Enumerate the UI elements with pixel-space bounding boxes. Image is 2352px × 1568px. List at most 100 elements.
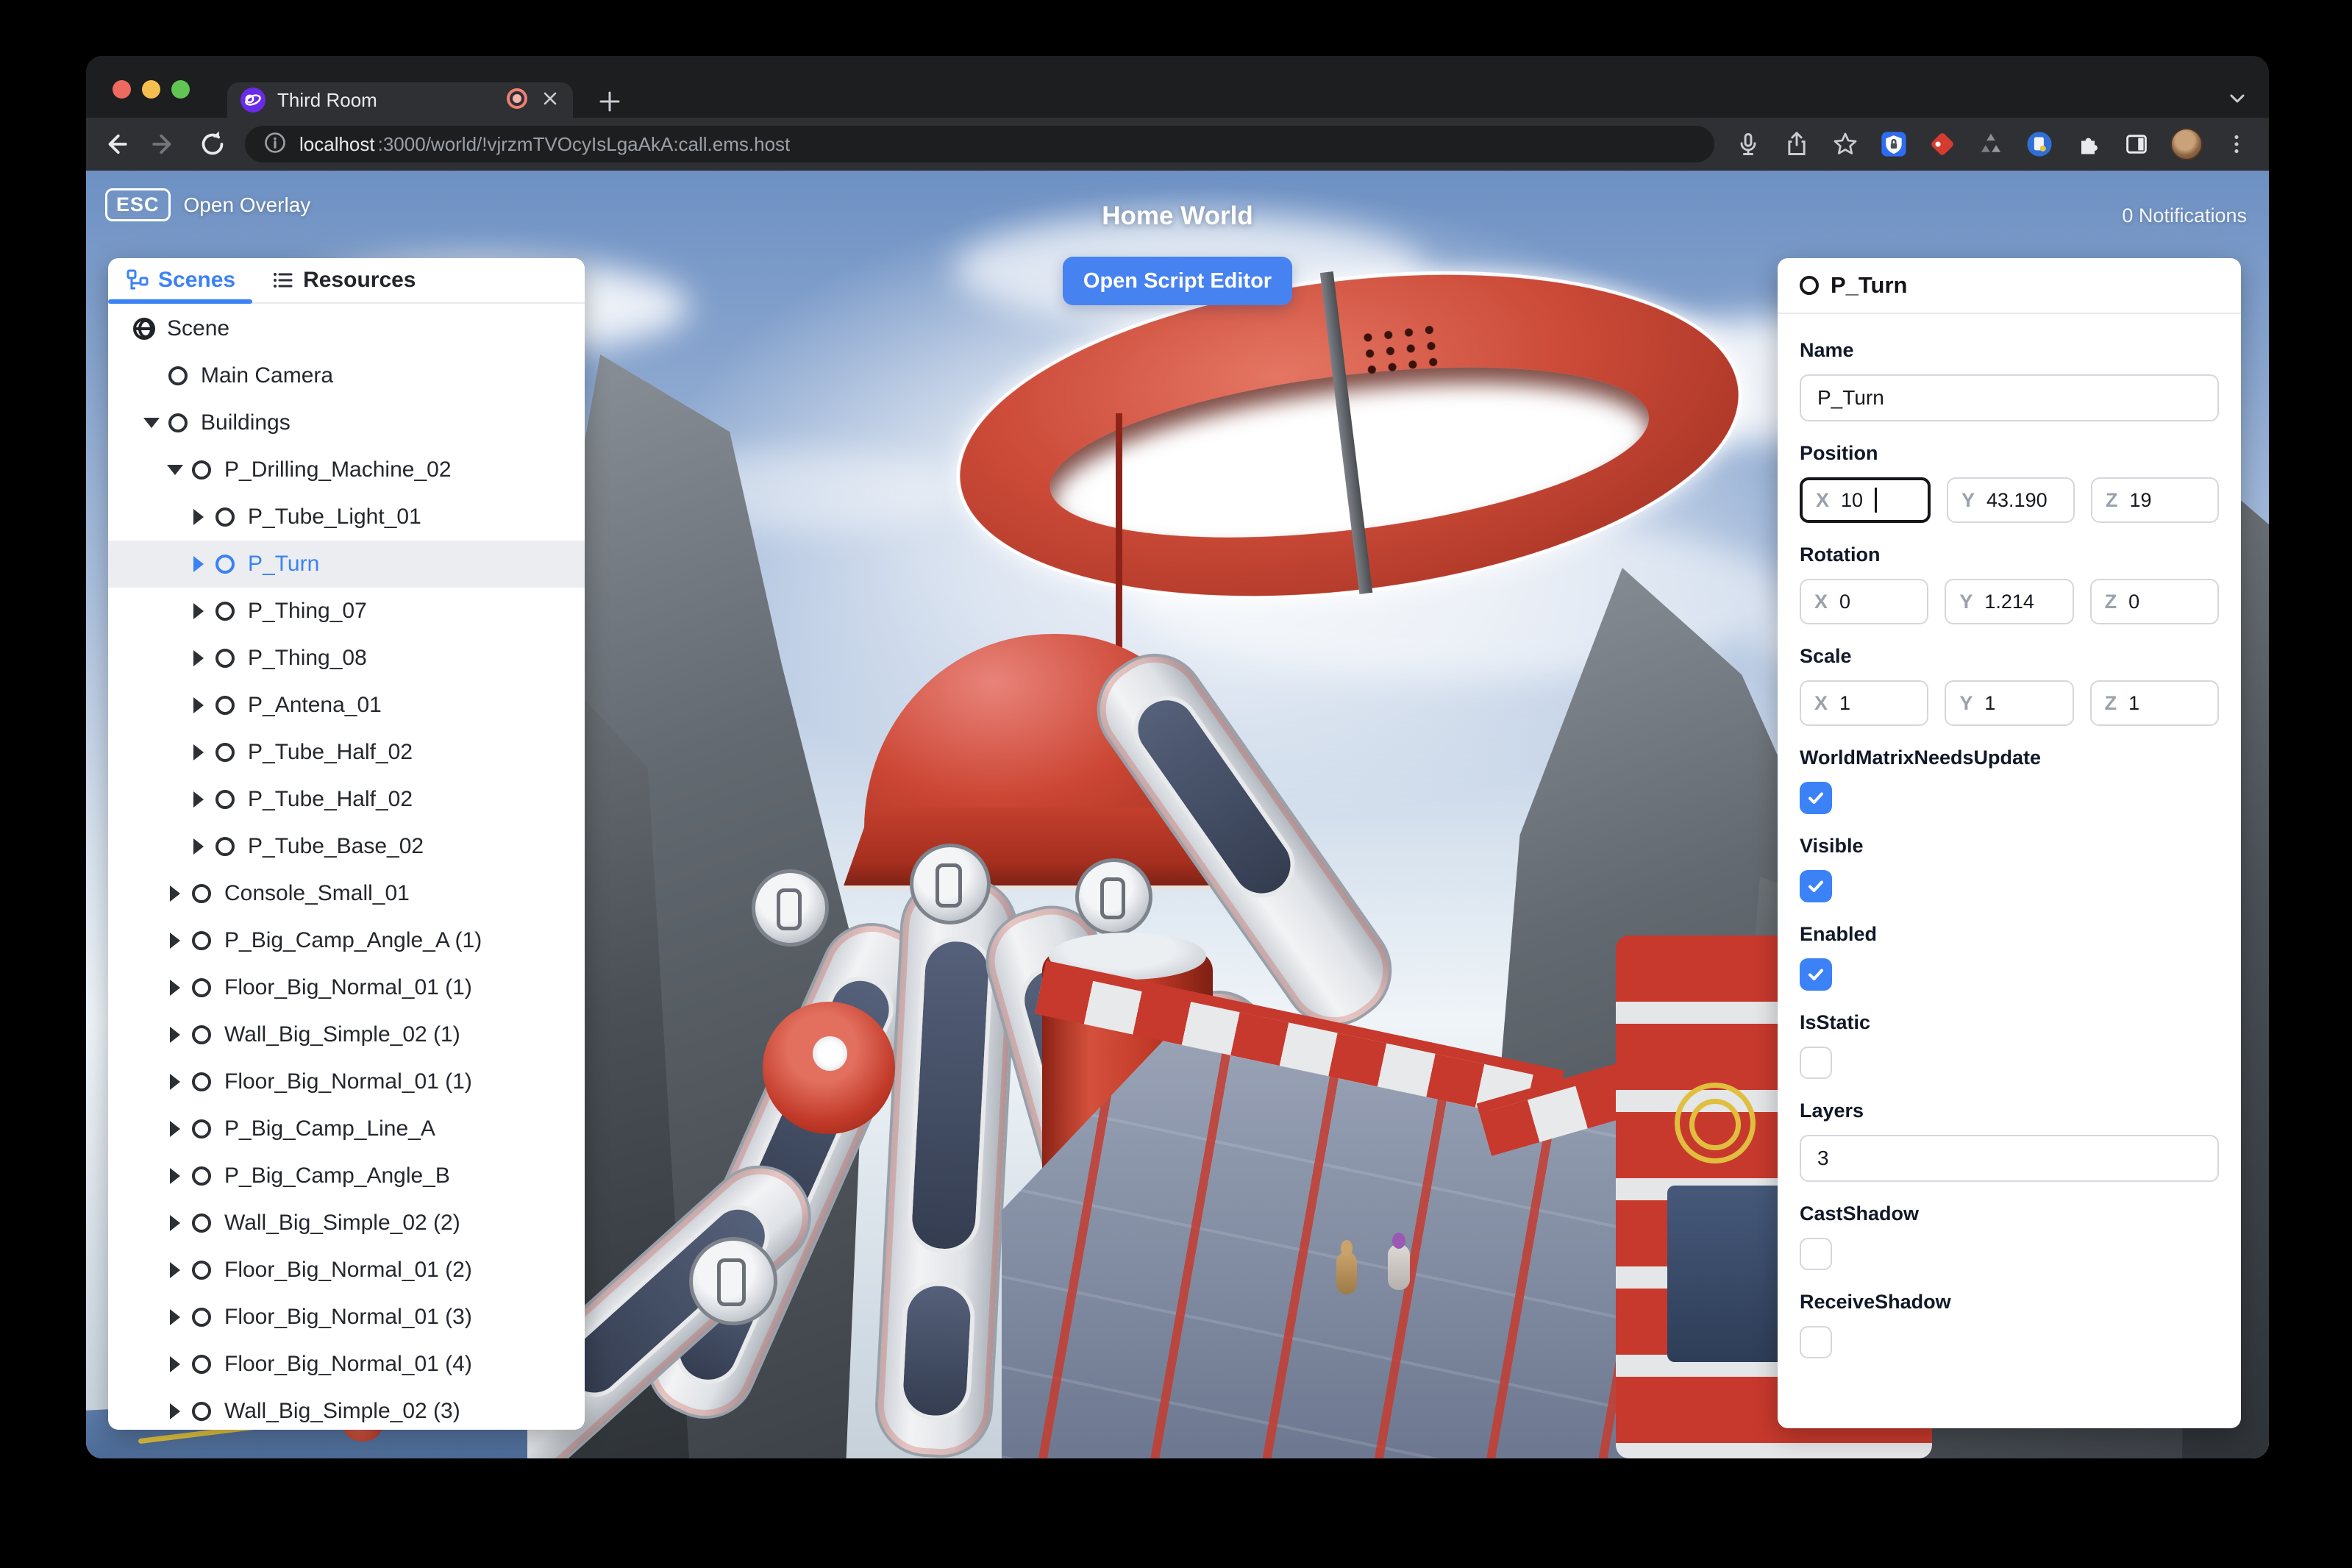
tree-item-wall-big-simple-02-1-[interactable]: Wall_Big_Simple_02 (1) [108,1011,585,1058]
position-x-input[interactable]: X 10 [1800,477,1931,523]
url-bar[interactable]: localhost :3000/world/!vjrzmTVOcyIsLgaAk… [245,126,1714,163]
forward-button[interactable] [145,125,183,163]
position-y-input[interactable]: Y 43.190 [1947,477,2075,523]
expand-arrow-right-icon[interactable] [163,1027,188,1043]
sidebar-toggle-icon[interactable] [2122,129,2151,159]
layers-input[interactable]: 3 [1800,1135,2219,1182]
visible-checkbox[interactable] [1800,870,1832,902]
tab-close-icon[interactable] [541,89,560,112]
red-extension-icon[interactable] [1928,129,1957,159]
expand-arrow-down-icon[interactable] [163,465,188,475]
tree-item-floor-big-normal-01-3-[interactable]: Floor_Big_Normal_01 (3) [108,1294,585,1341]
notifications-counter[interactable]: 0 Notifications [2122,204,2247,227]
tree-item-floor-big-normal-01-4-[interactable]: Floor_Big_Normal_01 (4) [108,1341,585,1388]
notes-extension-icon[interactable] [2025,129,2054,159]
name-input[interactable]: P_Turn [1800,374,2219,421]
shield-extension-icon[interactable] [1879,129,1909,159]
bookmark-star-icon[interactable] [1831,129,1860,159]
position-z-input[interactable]: Z 19 [2091,477,2219,523]
tree-item-p-turn[interactable]: P_Turn [108,541,585,588]
tree-item-p-big-camp-angle-a-1-[interactable]: P_Big_Camp_Angle_A (1) [108,917,585,964]
receiveshadow-checkbox[interactable] [1800,1326,1832,1358]
profile-avatar[interactable] [2170,128,2203,160]
properties-fields: Name P_Turn Position X 10 Y 43.190 Z 19 Rotation X… [1778,314,2241,1380]
scale-z-input[interactable]: Z1 [2089,680,2219,726]
macos-zoom-button[interactable] [171,80,190,99]
tree-item-p-thing-08[interactable]: P_Thing_08 [108,635,585,682]
expand-arrow-right-icon[interactable] [163,933,188,949]
expand-arrow-right-icon[interactable] [163,980,188,996]
expand-arrow-right-icon[interactable] [186,603,211,619]
expand-arrow-right-icon[interactable] [163,1215,188,1231]
tab-resources[interactable]: Resources [253,258,433,302]
tree-item-label: Floor_Big_Normal_01 (4) [224,1352,472,1376]
worldmatrixneedsupdate-checkbox[interactable] [1800,782,1832,814]
castshadow-label: CastShadow [1800,1202,1920,1225]
tree-item-p-tube-half-02[interactable]: P_Tube_Half_02 [108,729,585,776]
tree-item-wall-big-simple-02-2-[interactable]: Wall_Big_Simple_02 (2) [108,1200,585,1247]
tree-item-scene[interactable]: Scene [108,305,585,352]
scale-x-input[interactable]: X1 [1800,680,1929,726]
enabled-checkbox[interactable] [1800,958,1832,991]
menu-dots-icon[interactable] [2222,129,2251,159]
rotation-y-input[interactable]: Y 1.214 [1945,579,2074,624]
tree-item-p-big-camp-line-a[interactable]: P_Big_Camp_Line_A [108,1105,585,1152]
tree-item-p-big-camp-angle-b[interactable]: P_Big_Camp_Angle_B [108,1152,585,1200]
expand-arrow-right-icon[interactable] [163,1262,188,1278]
tree-item-label: Console_Small_01 [224,881,410,905]
expand-arrow-right-icon[interactable] [163,1121,188,1137]
tree-item-buildings[interactable]: Buildings [108,399,585,446]
new-tab-button[interactable] [594,85,626,118]
rotation-label: Rotation [1800,544,1881,566]
recycle-extension-icon[interactable] [1976,129,2006,159]
scale-y-input[interactable]: Y1 [1945,680,2074,726]
macos-minimize-button[interactable] [142,80,160,99]
site-info-icon[interactable] [263,130,288,159]
extensions-puzzle-icon[interactable] [2073,129,2103,159]
expand-arrow-right-icon[interactable] [186,509,211,525]
isstatic-checkbox[interactable] [1800,1047,1832,1079]
expand-arrow-right-icon[interactable] [163,1356,188,1372]
tree-item-p-drilling-machine-02[interactable]: P_Drilling_Machine_02 [108,446,585,493]
microphone-icon[interactable] [1733,129,1763,159]
castshadow-checkbox[interactable] [1800,1238,1832,1270]
expand-arrow-right-icon[interactable] [186,697,211,713]
expand-arrow-right-icon[interactable] [163,1309,188,1325]
share-icon[interactable] [1782,129,1811,159]
open-script-editor-button[interactable]: Open Script Editor [1063,257,1292,305]
tree-item-main-camera[interactable]: Main Camera [108,352,585,399]
axis-prefix: Z [2106,488,2118,511]
tree-item-p-tube-light-01[interactable]: P_Tube_Light_01 [108,493,585,541]
expand-arrow-right-icon[interactable] [163,1168,188,1184]
expand-arrow-right-icon[interactable] [186,556,211,572]
macos-close-button[interactable] [113,80,131,99]
entity-circle-icon [215,555,235,574]
expand-arrow-right-icon[interactable] [163,1403,188,1419]
expand-arrow-right-icon[interactable] [186,744,211,760]
tree-item-wall-big-simple-02-3-[interactable]: Wall_Big_Simple_02 (3) [108,1388,585,1430]
tree-item-console-small-01[interactable]: Console_Small_01 [108,870,585,917]
expand-arrow-right-icon[interactable] [163,1074,188,1090]
world-3d-viewport[interactable]: ESC Open Overlay Home World 0 Notificati… [86,171,2269,1458]
rotation-x-input[interactable]: X0 [1800,579,1929,624]
expand-arrow-right-icon[interactable] [163,885,188,902]
tree-item-floor-big-normal-01-2-[interactable]: Floor_Big_Normal_01 (2) [108,1247,585,1294]
tree-item-p-tube-base-02[interactable]: P_Tube_Base_02 [108,823,585,870]
tree-item-label: Floor_Big_Normal_01 (2) [224,1258,472,1282]
tree-item-p-thing-07[interactable]: P_Thing_07 [108,588,585,635]
expand-arrow-right-icon[interactable] [186,650,211,666]
tree-item-floor-big-normal-01-1-[interactable]: Floor_Big_Normal_01 (1) [108,1058,585,1105]
expand-arrow-down-icon[interactable] [139,418,164,428]
tab-scenes[interactable]: Scenes [108,258,253,302]
tab-search-chevron-icon[interactable] [2225,85,2250,114]
tree-item-floor-big-normal-01-1-[interactable]: Floor_Big_Normal_01 (1) [108,964,585,1011]
tree-item-p-antena-01[interactable]: P_Antena_01 [108,682,585,729]
reload-button[interactable] [193,125,232,163]
tree-item-p-tube-half-02[interactable]: P_Tube_Half_02 [108,776,585,823]
browser-tab[interactable]: Third Room [227,82,573,118]
yellow-cable-coil [1689,1099,1741,1150]
expand-arrow-right-icon[interactable] [186,838,211,855]
back-button[interactable] [96,125,135,163]
expand-arrow-right-icon[interactable] [186,791,211,808]
rotation-z-input[interactable]: Z0 [2089,579,2219,624]
